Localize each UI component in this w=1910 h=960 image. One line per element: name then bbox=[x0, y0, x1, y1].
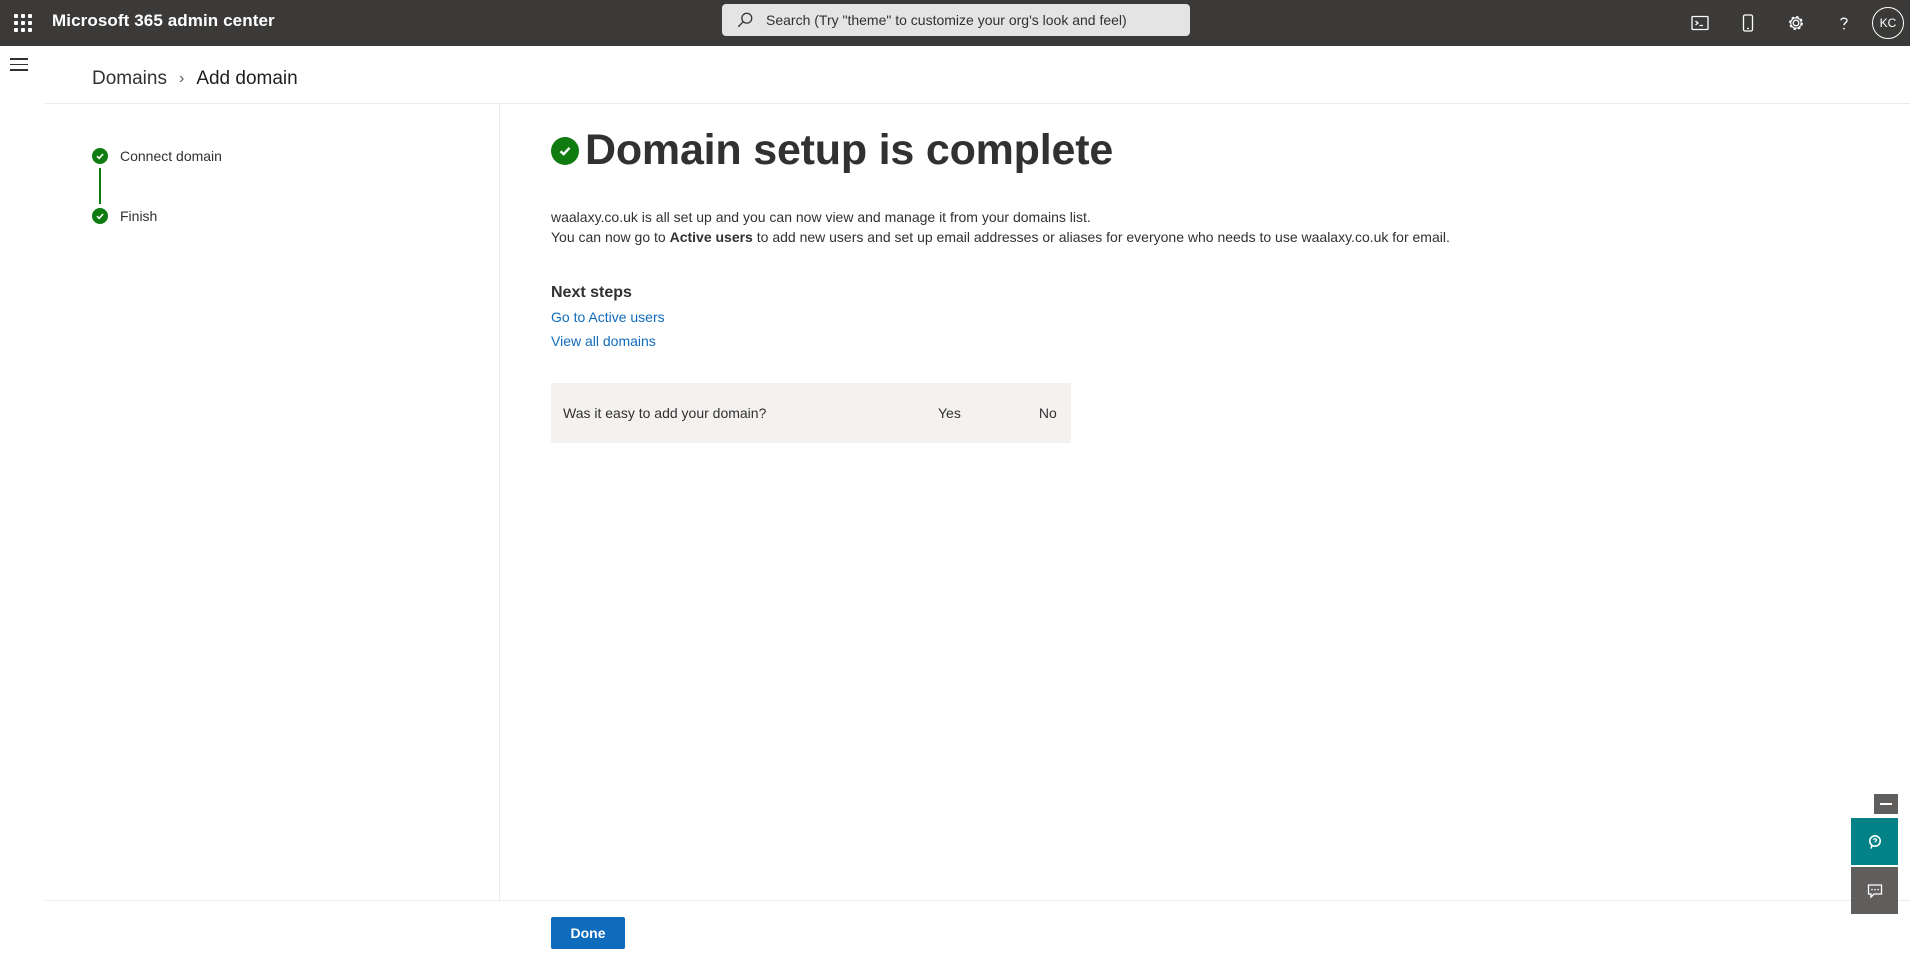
help-chat-icon[interactable] bbox=[1851, 818, 1898, 865]
description: waalaxy.co.uk is all set up and you can … bbox=[551, 207, 1450, 247]
chevron-right-icon: › bbox=[178, 70, 185, 87]
top-bar: Microsoft 365 admin center Search (Try "… bbox=[0, 0, 1910, 46]
mobile-icon[interactable] bbox=[1724, 0, 1772, 46]
checkmark-icon bbox=[92, 208, 108, 224]
breadcrumb-current: Add domain bbox=[196, 68, 298, 89]
wizard-steps: Connect domain Finish bbox=[45, 104, 500, 900]
checkmark-icon bbox=[92, 148, 108, 164]
description-line-2: You can now go to Active users to add ne… bbox=[551, 229, 1450, 245]
feedback-panel: Was it easy to add your domain? Yes No bbox=[551, 383, 1071, 443]
step-connector bbox=[99, 168, 101, 204]
app-title[interactable]: Microsoft 365 admin center bbox=[52, 11, 275, 31]
page-title: Domain setup is complete bbox=[585, 126, 1114, 174]
feedback-question: Was it easy to add your domain? bbox=[563, 405, 767, 421]
feedback-chat-icon[interactable] bbox=[1851, 867, 1898, 914]
feedback-no-button[interactable]: No bbox=[1029, 399, 1067, 427]
success-check-icon bbox=[551, 136, 579, 165]
waffle-icon[interactable] bbox=[10, 11, 34, 35]
step-finish: Finish bbox=[92, 208, 157, 224]
top-bar-actions: KC bbox=[1676, 0, 1910, 46]
description-line-1: waalaxy.co.uk is all set up and you can … bbox=[551, 209, 1091, 225]
step-label: Finish bbox=[120, 208, 158, 224]
gear-icon[interactable] bbox=[1772, 0, 1820, 46]
active-users-emphasis: Active users bbox=[669, 229, 753, 245]
search-icon bbox=[737, 12, 753, 28]
step-connect-domain: Connect domain bbox=[92, 148, 222, 164]
next-steps-heading: Next steps bbox=[551, 284, 632, 301]
minimize-icon[interactable] bbox=[1874, 794, 1898, 814]
page-title-row: Domain setup is complete bbox=[551, 126, 1113, 175]
nav-menu-icon[interactable] bbox=[10, 58, 30, 74]
search-placeholder: Search (Try "theme" to customize your or… bbox=[766, 12, 1127, 28]
terminal-icon[interactable] bbox=[1676, 0, 1724, 46]
feedback-yes-button[interactable]: Yes bbox=[928, 399, 971, 427]
avatar[interactable]: KC bbox=[1872, 7, 1904, 39]
view-all-domains-link[interactable]: View all domains bbox=[551, 333, 656, 349]
help-icon[interactable] bbox=[1820, 0, 1868, 46]
done-button[interactable]: Done bbox=[551, 917, 625, 949]
go-to-active-users-link[interactable]: Go to Active users bbox=[551, 309, 665, 325]
footer-divider bbox=[45, 900, 1910, 901]
breadcrumb: Domains › Add domain bbox=[92, 68, 298, 90]
breadcrumb-domains[interactable]: Domains bbox=[92, 68, 167, 90]
search-box[interactable]: Search (Try "theme" to customize your or… bbox=[722, 4, 1190, 36]
step-label: Connect domain bbox=[120, 148, 222, 164]
